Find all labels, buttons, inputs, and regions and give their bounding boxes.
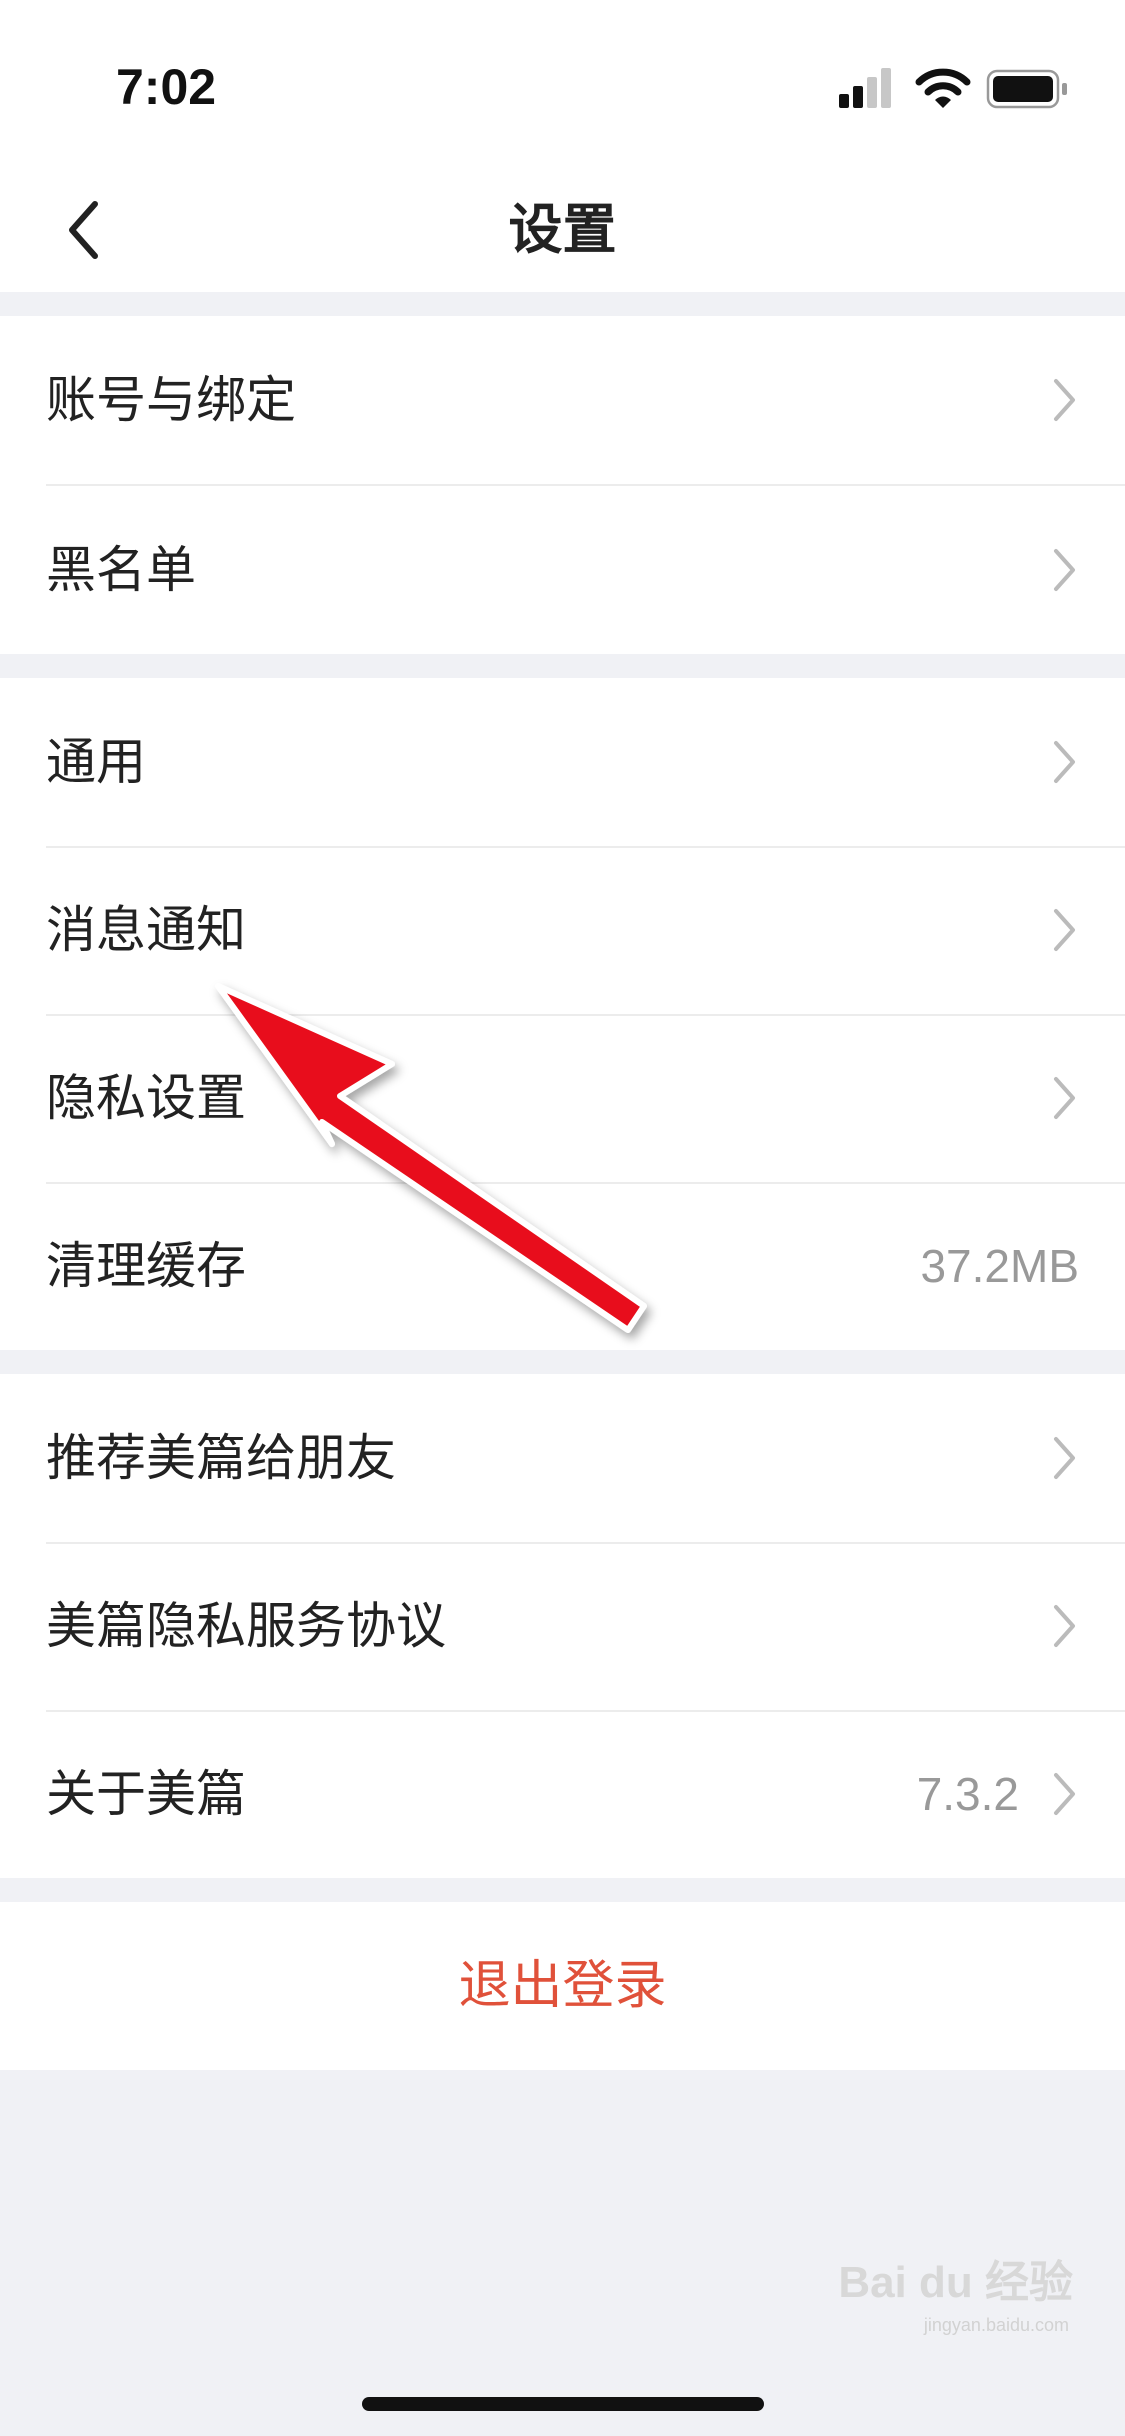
settings-item-label: 黑名单 bbox=[46, 541, 196, 599]
watermark-url: jingyan.baidu.com bbox=[923, 2315, 1069, 2335]
chevron-right-icon bbox=[1054, 1773, 1075, 1815]
settings-item-clear-cache[interactable]: 清理缓存 37.2MB bbox=[0, 1182, 1125, 1350]
settings-item-general[interactable]: 通用 bbox=[0, 678, 1125, 846]
watermark-logo: Bai du 经验 bbox=[838, 2258, 1073, 2307]
chevron-right-icon bbox=[1054, 741, 1075, 783]
logout-button[interactable]: 退出登录 bbox=[0, 1902, 1125, 2070]
status-time: 7:02 bbox=[116, 59, 217, 115]
settings-item-notifications[interactable]: 消息通知 bbox=[0, 846, 1125, 1014]
chevron-right-icon bbox=[1054, 1605, 1075, 1647]
settings-item-label: 隐私设置 bbox=[46, 1069, 246, 1127]
status-bar: 7:02 bbox=[0, 0, 1125, 170]
chevron-right-icon bbox=[1054, 1077, 1075, 1119]
settings-item-label: 关于美篇 bbox=[46, 1765, 246, 1823]
settings-group-about: 推荐美篇给朋友 美篇隐私服务协议 关于美篇 7.3.2 bbox=[0, 1374, 1125, 1878]
settings-group-account: 账号与绑定 黑名单 bbox=[0, 316, 1125, 654]
settings-group-general: 通用 消息通知 隐私设置 清理缓存 37.2MB bbox=[0, 678, 1125, 1350]
settings-item-account-binding[interactable]: 账号与绑定 bbox=[0, 316, 1125, 484]
home-indicator[interactable] bbox=[362, 2397, 764, 2411]
settings-item-label: 通用 bbox=[46, 733, 146, 791]
settings-item-label: 美篇隐私服务协议 bbox=[46, 1597, 446, 1655]
wifi-icon bbox=[915, 68, 971, 108]
settings-item-label: 账号与绑定 bbox=[46, 371, 296, 429]
cache-size-value: 37.2MB bbox=[920, 1240, 1079, 1292]
settings-item-privacy-agreement[interactable]: 美篇隐私服务协议 bbox=[0, 1542, 1125, 1710]
settings-item-recommend[interactable]: 推荐美篇给朋友 bbox=[0, 1374, 1125, 1542]
settings-item-label: 清理缓存 bbox=[46, 1237, 246, 1295]
status-icons bbox=[839, 68, 1067, 109]
version-value: 7.3.2 bbox=[916, 1768, 1019, 1820]
battery-icon bbox=[986, 69, 1067, 109]
chevron-right-icon bbox=[1054, 549, 1075, 591]
chevron-right-icon bbox=[1054, 379, 1075, 421]
settings-item-blacklist[interactable]: 黑名单 bbox=[0, 486, 1125, 654]
chevron-right-icon bbox=[1054, 1437, 1075, 1479]
settings-item-label: 推荐美篇给朋友 bbox=[46, 1429, 396, 1487]
chevron-right-icon bbox=[1054, 909, 1075, 951]
settings-item-label: 消息通知 bbox=[46, 901, 246, 959]
nav-bar: 设置 bbox=[0, 170, 1125, 292]
cellular-signal-icon bbox=[839, 68, 891, 108]
settings-item-privacy[interactable]: 隐私设置 bbox=[0, 1014, 1125, 1182]
logout-label: 退出登录 bbox=[458, 1956, 667, 2016]
settings-item-about[interactable]: 关于美篇 7.3.2 bbox=[0, 1710, 1125, 1878]
page-title: 设置 bbox=[508, 198, 617, 261]
